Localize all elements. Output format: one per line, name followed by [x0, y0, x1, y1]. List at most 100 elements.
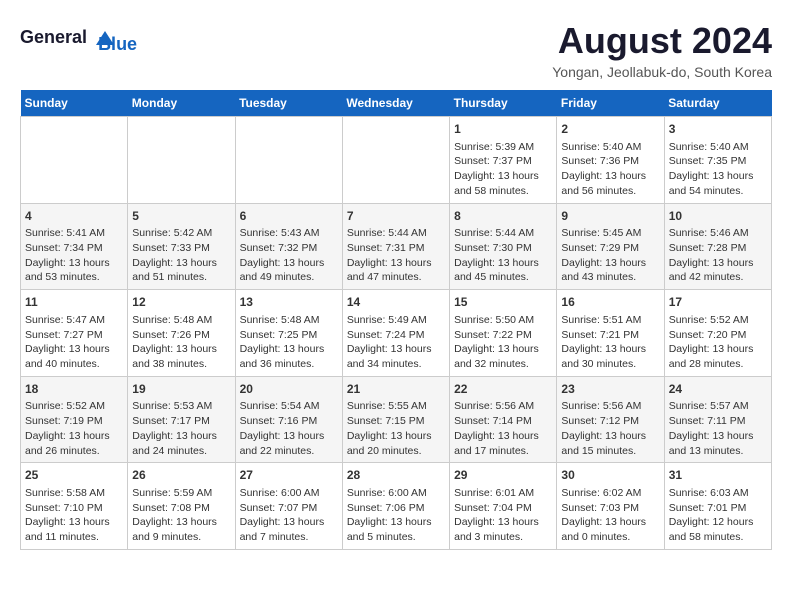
- day-number: 23: [561, 381, 659, 398]
- cell-content-line: and 20 minutes.: [347, 444, 445, 459]
- cell-content-line: and 9 minutes.: [132, 530, 230, 545]
- week-row-1: 1Sunrise: 5:39 AMSunset: 7:37 PMDaylight…: [21, 117, 772, 204]
- cell-content-line: Sunset: 7:24 PM: [347, 328, 445, 343]
- cell-content-line: and 36 minutes.: [240, 357, 338, 372]
- calendar-cell: 8Sunrise: 5:44 AMSunset: 7:30 PMDaylight…: [450, 203, 557, 290]
- day-number: 13: [240, 294, 338, 311]
- cell-content-line: Daylight: 12 hours: [669, 515, 767, 530]
- cell-content-line: Sunrise: 5:45 AM: [561, 226, 659, 241]
- day-number: 4: [25, 208, 123, 225]
- cell-content-line: and 40 minutes.: [25, 357, 123, 372]
- cell-content-line: Sunrise: 5:55 AM: [347, 399, 445, 414]
- cell-content-line: Daylight: 13 hours: [347, 342, 445, 357]
- cell-content-line: Sunset: 7:30 PM: [454, 241, 552, 256]
- cell-content-line: Sunrise: 5:44 AM: [454, 226, 552, 241]
- cell-content-line: Sunset: 7:25 PM: [240, 328, 338, 343]
- logo: General Blue: [20, 20, 137, 55]
- cell-content-line: Daylight: 13 hours: [240, 515, 338, 530]
- day-number: 21: [347, 381, 445, 398]
- cell-content-line: Sunrise: 6:00 AM: [240, 486, 338, 501]
- calendar-cell: 28Sunrise: 6:00 AMSunset: 7:06 PMDayligh…: [342, 463, 449, 550]
- cell-content-line: Sunrise: 5:54 AM: [240, 399, 338, 414]
- cell-content-line: Sunset: 7:19 PM: [25, 414, 123, 429]
- cell-content-line: Sunrise: 5:44 AM: [347, 226, 445, 241]
- cell-content-line: Daylight: 13 hours: [454, 169, 552, 184]
- cell-content-line: Sunset: 7:22 PM: [454, 328, 552, 343]
- week-row-5: 25Sunrise: 5:58 AMSunset: 7:10 PMDayligh…: [21, 463, 772, 550]
- cell-content-line: Sunrise: 5:57 AM: [669, 399, 767, 414]
- cell-content-line: Daylight: 13 hours: [132, 429, 230, 444]
- cell-content-line: Daylight: 13 hours: [132, 342, 230, 357]
- day-number: 31: [669, 467, 767, 484]
- calendar-cell: 25Sunrise: 5:58 AMSunset: 7:10 PMDayligh…: [21, 463, 128, 550]
- calendar-cell: 21Sunrise: 5:55 AMSunset: 7:15 PMDayligh…: [342, 376, 449, 463]
- day-number: 14: [347, 294, 445, 311]
- cell-content-line: Daylight: 13 hours: [454, 256, 552, 271]
- cell-content-line: and 13 minutes.: [669, 444, 767, 459]
- cell-content-line: Sunrise: 5:52 AM: [25, 399, 123, 414]
- calendar-cell: 31Sunrise: 6:03 AMSunset: 7:01 PMDayligh…: [664, 463, 771, 550]
- cell-content-line: Sunrise: 5:59 AM: [132, 486, 230, 501]
- calendar-cell: 24Sunrise: 5:57 AMSunset: 7:11 PMDayligh…: [664, 376, 771, 463]
- cell-content-line: and 54 minutes.: [669, 184, 767, 199]
- cell-content-line: Sunset: 7:07 PM: [240, 501, 338, 516]
- cell-content-line: Sunrise: 6:02 AM: [561, 486, 659, 501]
- cell-content-line: and 17 minutes.: [454, 444, 552, 459]
- cell-content-line: Sunset: 7:33 PM: [132, 241, 230, 256]
- calendar-cell: 27Sunrise: 6:00 AMSunset: 7:07 PMDayligh…: [235, 463, 342, 550]
- cell-content-line: Daylight: 13 hours: [347, 429, 445, 444]
- cell-content-line: and 58 minutes.: [454, 184, 552, 199]
- cell-content-line: and 38 minutes.: [132, 357, 230, 372]
- header-day-tuesday: Tuesday: [235, 90, 342, 117]
- cell-content-line: Sunset: 7:20 PM: [669, 328, 767, 343]
- cell-content-line: and 32 minutes.: [454, 357, 552, 372]
- cell-content-line: Sunset: 7:01 PM: [669, 501, 767, 516]
- calendar-cell: 13Sunrise: 5:48 AMSunset: 7:25 PMDayligh…: [235, 290, 342, 377]
- cell-content-line: and 49 minutes.: [240, 270, 338, 285]
- cell-content-line: Daylight: 13 hours: [669, 256, 767, 271]
- cell-content-line: Daylight: 13 hours: [347, 515, 445, 530]
- cell-content-line: and 3 minutes.: [454, 530, 552, 545]
- cell-content-line: Sunset: 7:16 PM: [240, 414, 338, 429]
- cell-content-line: and 58 minutes.: [669, 530, 767, 545]
- calendar-cell: 17Sunrise: 5:52 AMSunset: 7:20 PMDayligh…: [664, 290, 771, 377]
- cell-content-line: Sunrise: 5:58 AM: [25, 486, 123, 501]
- cell-content-line: Sunset: 7:08 PM: [132, 501, 230, 516]
- cell-content-line: Daylight: 13 hours: [561, 429, 659, 444]
- cell-content-line: and 30 minutes.: [561, 357, 659, 372]
- cell-content-line: Sunset: 7:27 PM: [25, 328, 123, 343]
- cell-content-line: Sunset: 7:36 PM: [561, 154, 659, 169]
- calendar-cell: 10Sunrise: 5:46 AMSunset: 7:28 PMDayligh…: [664, 203, 771, 290]
- day-number: 20: [240, 381, 338, 398]
- logo-blue: Blue: [98, 34, 137, 54]
- cell-content-line: and 45 minutes.: [454, 270, 552, 285]
- calendar-cell: 4Sunrise: 5:41 AMSunset: 7:34 PMDaylight…: [21, 203, 128, 290]
- cell-content-line: Sunset: 7:06 PM: [347, 501, 445, 516]
- calendar-cell: 22Sunrise: 5:56 AMSunset: 7:14 PMDayligh…: [450, 376, 557, 463]
- cell-content-line: and 26 minutes.: [25, 444, 123, 459]
- calendar-cell: [235, 117, 342, 204]
- calendar-body: 1Sunrise: 5:39 AMSunset: 7:37 PMDaylight…: [21, 117, 772, 550]
- day-number: 11: [25, 294, 123, 311]
- cell-content-line: Sunset: 7:21 PM: [561, 328, 659, 343]
- header-day-friday: Friday: [557, 90, 664, 117]
- calendar-cell: 23Sunrise: 5:56 AMSunset: 7:12 PMDayligh…: [557, 376, 664, 463]
- week-row-3: 11Sunrise: 5:47 AMSunset: 7:27 PMDayligh…: [21, 290, 772, 377]
- cell-content-line: Sunset: 7:32 PM: [240, 241, 338, 256]
- day-number: 1: [454, 121, 552, 138]
- cell-content-line: and 11 minutes.: [25, 530, 123, 545]
- cell-content-line: Sunset: 7:35 PM: [669, 154, 767, 169]
- day-number: 30: [561, 467, 659, 484]
- calendar-cell: 12Sunrise: 5:48 AMSunset: 7:26 PMDayligh…: [128, 290, 235, 377]
- calendar-cell: 6Sunrise: 5:43 AMSunset: 7:32 PMDaylight…: [235, 203, 342, 290]
- cell-content-line: Daylight: 13 hours: [132, 515, 230, 530]
- cell-content-line: Sunrise: 6:00 AM: [347, 486, 445, 501]
- header-day-thursday: Thursday: [450, 90, 557, 117]
- day-number: 10: [669, 208, 767, 225]
- cell-content-line: and 22 minutes.: [240, 444, 338, 459]
- calendar-table: SundayMondayTuesdayWednesdayThursdayFrid…: [20, 90, 772, 550]
- header-day-monday: Monday: [128, 90, 235, 117]
- cell-content-line: Daylight: 13 hours: [669, 342, 767, 357]
- cell-content-line: Daylight: 13 hours: [561, 169, 659, 184]
- cell-content-line: and 5 minutes.: [347, 530, 445, 545]
